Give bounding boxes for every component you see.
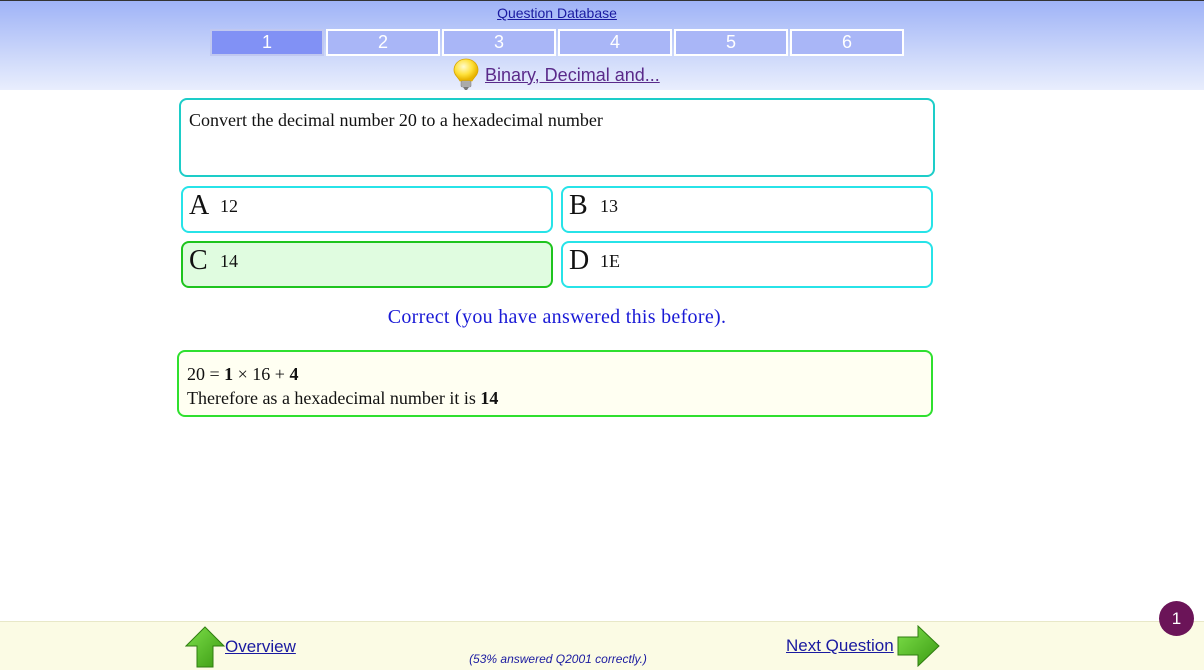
answer-value: 12 — [220, 196, 238, 216]
remainder-digit: 4 — [289, 364, 299, 384]
tab-2[interactable]: 2 — [326, 29, 440, 56]
lightbulb-icon — [453, 58, 479, 90]
explanation-line-2: Therefore as a hexadecimal number it is … — [187, 386, 923, 410]
next-question-nav[interactable]: Next Question — [786, 625, 940, 667]
tab-6[interactable]: 6 — [790, 29, 904, 56]
topic-link[interactable]: Binary, Decimal and... — [485, 65, 660, 86]
tab-5[interactable]: 5 — [674, 29, 788, 56]
question-text: Convert the decimal number 20 to a hexad… — [189, 110, 603, 130]
tab-3[interactable]: 3 — [442, 29, 556, 56]
right-arrow-icon — [897, 625, 940, 667]
answer-letter: B — [569, 190, 588, 221]
tab-1[interactable]: 1 — [210, 29, 324, 56]
explanation-text: Therefore as a hexadecimal number it is — [187, 388, 481, 408]
notification-badge[interactable]: 1 — [1159, 601, 1194, 636]
question-database-link[interactable]: Question Database — [0, 5, 1114, 21]
question-tabs: 1 2 3 4 5 6 — [210, 29, 904, 56]
answer-option-d[interactable]: D 1E — [561, 241, 933, 288]
question-box: Convert the decimal number 20 to a hexad… — [179, 98, 935, 177]
hex-answer: 14 — [480, 388, 499, 408]
answer-stats: (53% answered Q2001 correctly.) — [469, 652, 647, 666]
answer-option-c[interactable]: C 14 — [181, 241, 553, 288]
answer-option-b[interactable]: B 13 — [561, 186, 933, 233]
explanation-text: 20 = — [187, 364, 225, 384]
top-bar: Question Database 1 2 3 4 5 6 Binary, De… — [0, 0, 1204, 90]
answer-value: 14 — [220, 251, 238, 271]
explanation-text: × 16 + — [233, 364, 290, 384]
explanation-box: 20 = 1 × 16 + 4 Therefore as a hexadecim… — [177, 350, 933, 417]
feedback-message: Correct (you have answered this before). — [387, 306, 727, 328]
answer-letter: A — [189, 190, 210, 221]
answer-value: 1E — [600, 251, 620, 271]
footer-bar: Overview (53% answered Q2001 correctly.)… — [0, 621, 1204, 670]
topic: Binary, Decimal and... — [452, 57, 660, 93]
next-question-link[interactable]: Next Question — [786, 636, 894, 656]
answer-letter: C — [189, 245, 208, 276]
explanation-line-1: 20 = 1 × 16 + 4 — [187, 362, 923, 386]
quotient-digit: 1 — [224, 364, 234, 384]
answer-option-a[interactable]: A 12 — [181, 186, 553, 233]
answer-letter: D — [569, 245, 590, 276]
answer-value: 13 — [600, 196, 618, 216]
tab-4[interactable]: 4 — [558, 29, 672, 56]
